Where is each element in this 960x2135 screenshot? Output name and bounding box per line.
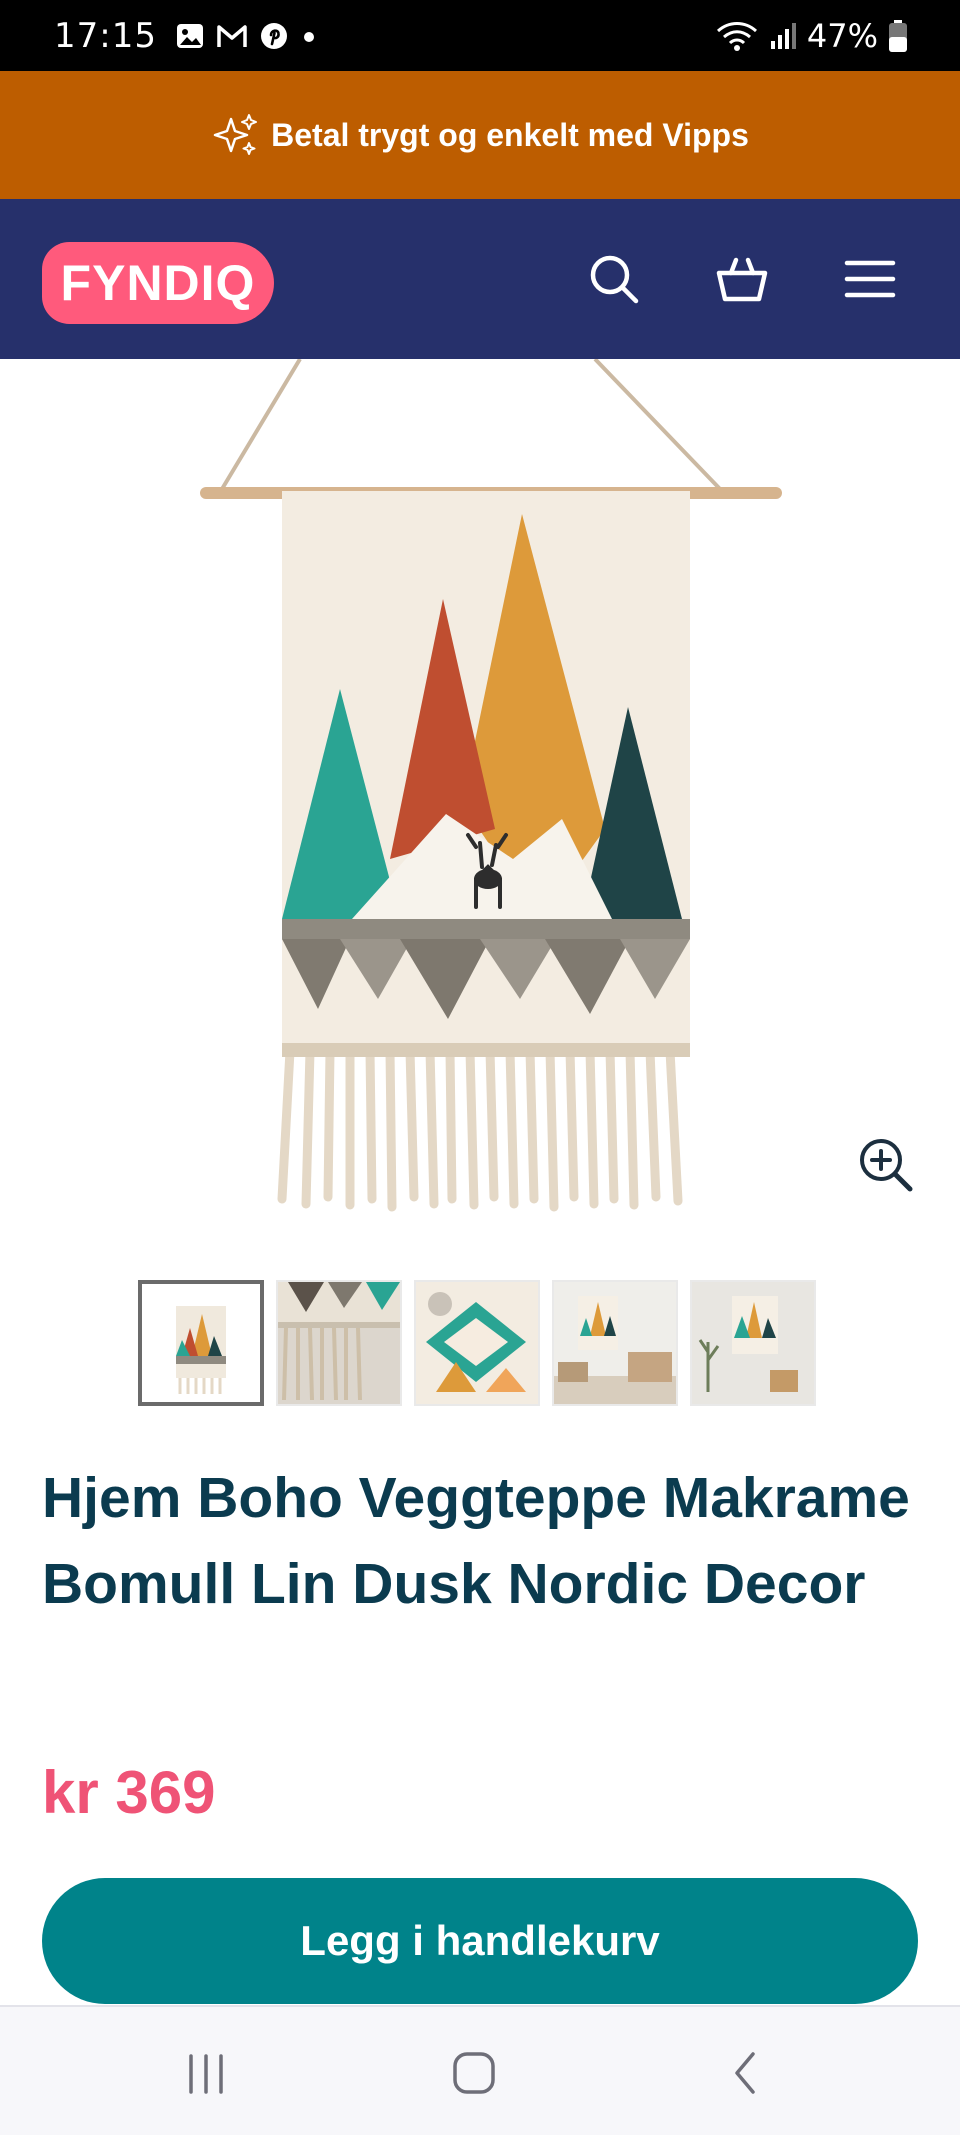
menu-icon [844, 260, 896, 298]
recent-apps-icon [189, 2054, 223, 2094]
basket-button[interactable] [710, 247, 774, 311]
battery-icon [889, 19, 907, 52]
promo-text: Betal trygt og enkelt med Vipps [271, 116, 749, 153]
gallery-icon [176, 23, 203, 48]
notification-icons [175, 21, 319, 51]
dot-icon [303, 31, 314, 42]
system-nav-bar [0, 2005, 960, 2135]
thumbnail-5[interactable] [690, 1280, 816, 1406]
add-to-cart-button[interactable]: Legg i handlekurv [42, 1878, 918, 2004]
back-button[interactable] [716, 2043, 776, 2103]
product-title: Hjem Boho Veggteppe Makrame Bomull Lin D… [42, 1466, 910, 1616]
product-image[interactable] [0, 357, 960, 1249]
wall-hanging-image [200, 357, 782, 1212]
site-header: FYNDIQ [0, 199, 960, 359]
gmail-icon [217, 24, 247, 47]
thumbnail-2[interactable] [276, 1280, 402, 1406]
signal-icon [770, 22, 796, 49]
basket-icon [716, 257, 768, 302]
recent-apps-button[interactable] [176, 2043, 236, 2103]
status-time: 17:15 [54, 15, 157, 56]
status-bar: 17:15 47% [0, 0, 960, 71]
back-icon [735, 2052, 755, 2094]
promo-banner[interactable]: Betal trygt og enkelt med Vipps [0, 71, 960, 199]
product-price: kr 369 [42, 1759, 216, 1826]
pinterest-icon [260, 22, 287, 49]
wifi-icon [716, 21, 757, 51]
zoom-button[interactable] [856, 1135, 916, 1195]
thumbnail-4[interactable] [552, 1280, 678, 1406]
home-button[interactable] [444, 2043, 504, 2103]
menu-button[interactable] [838, 247, 902, 311]
zoom-in-icon [860, 1139, 913, 1192]
thumbnail-3[interactable] [414, 1280, 540, 1406]
search-icon [590, 255, 639, 304]
search-button[interactable] [582, 247, 646, 311]
sparkle-icon [213, 114, 258, 155]
fyndiq-logo[interactable]: FYNDIQ [42, 242, 274, 324]
thumbnail-strip [138, 1280, 816, 1406]
thumbnail-1[interactable] [138, 1280, 264, 1406]
battery-percent: 47% [806, 16, 878, 55]
home-icon [453, 2052, 495, 2094]
